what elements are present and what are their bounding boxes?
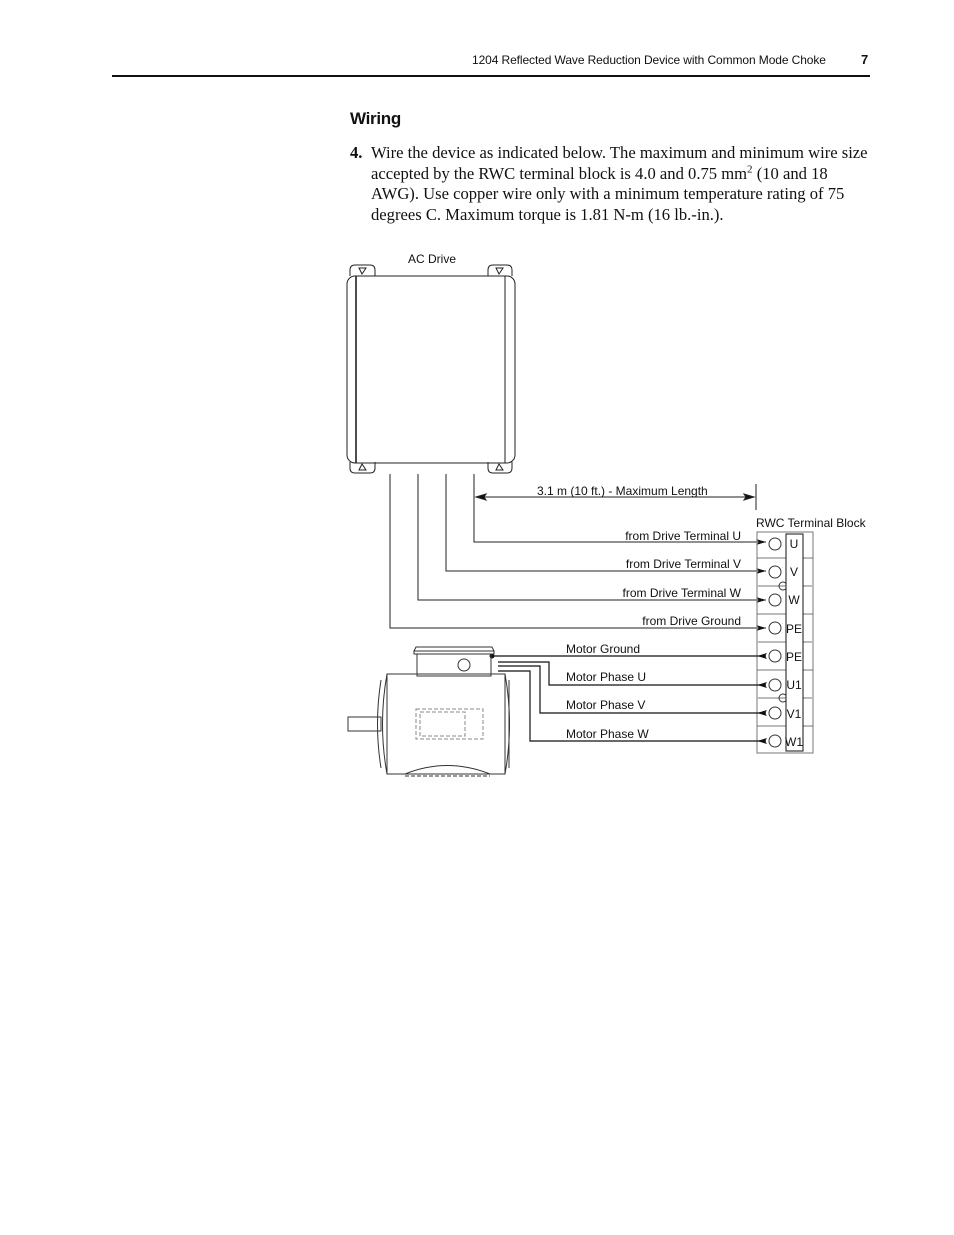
terminal-block-label: RWC Terminal Block <box>756 516 867 530</box>
terminal-pe-out: PE <box>786 650 802 664</box>
motor <box>347 646 510 777</box>
drive-wire-label-ground: from Drive Ground <box>642 614 741 628</box>
terminal-u: U <box>790 537 799 551</box>
motor-wire-label-u: Motor Phase U <box>566 670 646 684</box>
motor-wire-label-v: Motor Phase V <box>566 698 645 712</box>
drive-wire-label-v: from Drive Terminal V <box>626 557 741 571</box>
terminal-v: V <box>790 565 798 579</box>
motor-wire-label-ground: Motor Ground <box>566 642 640 656</box>
terminal-w1: W1 <box>785 735 803 749</box>
drive-wire-label-w: from Drive Terminal W <box>623 586 742 600</box>
terminal-u1: U1 <box>786 678 802 692</box>
drive-wire-label-u: from Drive Terminal U <box>625 529 741 543</box>
max-length-label: 3.1 m (10 ft.) - Maximum Length <box>537 484 708 498</box>
ac-drive <box>346 264 516 474</box>
rwc-terminal-block <box>756 531 814 754</box>
terminal-w: W <box>788 593 800 607</box>
motor-wire-label-w: Motor Phase W <box>566 727 649 741</box>
terminal-v1: V1 <box>787 707 802 721</box>
wiring-diagram: AC Drive 3.1 m (10 ft.) - Maximum Length… <box>346 252 867 777</box>
terminal-pe-in: PE <box>786 622 802 636</box>
drive-label: AC Drive <box>408 252 456 266</box>
